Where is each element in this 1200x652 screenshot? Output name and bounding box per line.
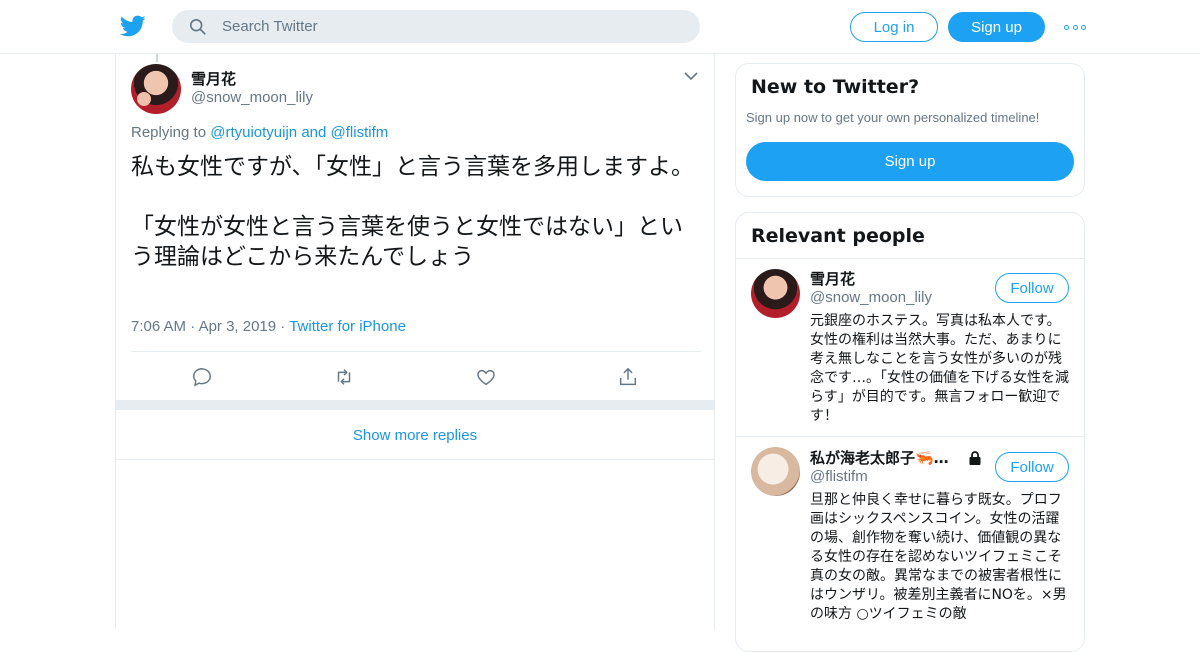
meta-separator-1: · [190, 318, 196, 335]
search-bar[interactable] [172, 10, 700, 43]
divider [736, 436, 1084, 437]
tweet-text: 私も女性ですが、「女性」と言う言葉を多用しますよ。 「女性が女性と言う言葉を使う… [131, 154, 695, 270]
follow-button[interactable]: Follow [995, 452, 1069, 482]
tweet-date[interactable]: Apr 3, 2019 [199, 318, 277, 335]
reply-icon[interactable] [191, 366, 213, 388]
reply-mention-1[interactable]: @rtyuiotyuijn [210, 124, 297, 141]
more-dots-icon[interactable] [1064, 18, 1086, 36]
divider [736, 258, 1084, 259]
search-icon [189, 18, 206, 35]
tweet-time[interactable]: 7:06 AM [131, 318, 186, 335]
share-icon[interactable] [617, 366, 639, 388]
lock-icon [969, 451, 981, 465]
like-icon[interactable] [475, 366, 497, 388]
tweet-metadata: 7:06 AM · Apr 3, 2019 · Twitter for iPho… [131, 318, 406, 335]
person-bio: 旦那と仲良く幸せに暮らす既女。プロフ画はシックスペンスコイン。女性の活躍の場、創… [810, 492, 1067, 622]
card-description: Sign up now to get your own personalized… [746, 110, 1040, 125]
person-bio: 元銀座のホステス。写真は私本人です。 女性の権利は当然大事。ただ、あまりに考え無… [810, 313, 1069, 424]
sidebar-signup-button[interactable]: Sign up [746, 142, 1074, 181]
person-name[interactable]: 私が海老太郎子🦐… [810, 447, 960, 468]
thread-connector [156, 54, 158, 62]
replying-to: Replying to @rtyuiotyuijn and @flistifm [131, 124, 388, 141]
twitter-bird-icon[interactable] [120, 13, 146, 39]
show-more-replies-link[interactable]: Show more replies [116, 411, 714, 460]
top-navigation-bar: Log in Sign up [0, 0, 1200, 54]
relevant-people-card: Relevant people 雪月花 @snow_moon_lily Foll… [735, 212, 1085, 652]
replying-prefix: Replying to [131, 124, 207, 141]
person-handle[interactable]: @snow_moon_lily [810, 289, 932, 306]
section-gap [116, 400, 714, 410]
person-handle[interactable]: @flistifm [810, 468, 868, 485]
meta-separator-2: · [280, 318, 286, 335]
author-name[interactable]: 雪月花 [191, 68, 236, 89]
retweet-icon[interactable] [333, 366, 355, 388]
person-name[interactable]: 雪月花 [810, 268, 990, 289]
author-handle[interactable]: @snow_moon_lily [191, 89, 313, 106]
chevron-down-icon[interactable] [683, 70, 699, 82]
card-title: New to Twitter? [751, 76, 920, 98]
tweet-column: 雪月花 @snow_moon_lily Replying to @rtyuiot… [115, 54, 715, 630]
search-input[interactable] [222, 10, 682, 43]
divider [131, 351, 701, 352]
reply-and: and [301, 124, 327, 141]
signup-button[interactable]: Sign up [948, 12, 1045, 42]
avatar[interactable] [131, 64, 181, 114]
avatar[interactable] [751, 269, 800, 318]
new-to-twitter-card: New to Twitter? Sign up now to get your … [735, 63, 1085, 197]
avatar[interactable] [751, 447, 800, 496]
reply-mention-2[interactable]: @flistifm [331, 124, 389, 141]
follow-button[interactable]: Follow [995, 273, 1069, 303]
tweet-source[interactable]: Twitter for iPhone [289, 318, 406, 335]
card-title: Relevant people [751, 225, 925, 247]
login-button[interactable]: Log in [850, 12, 938, 42]
